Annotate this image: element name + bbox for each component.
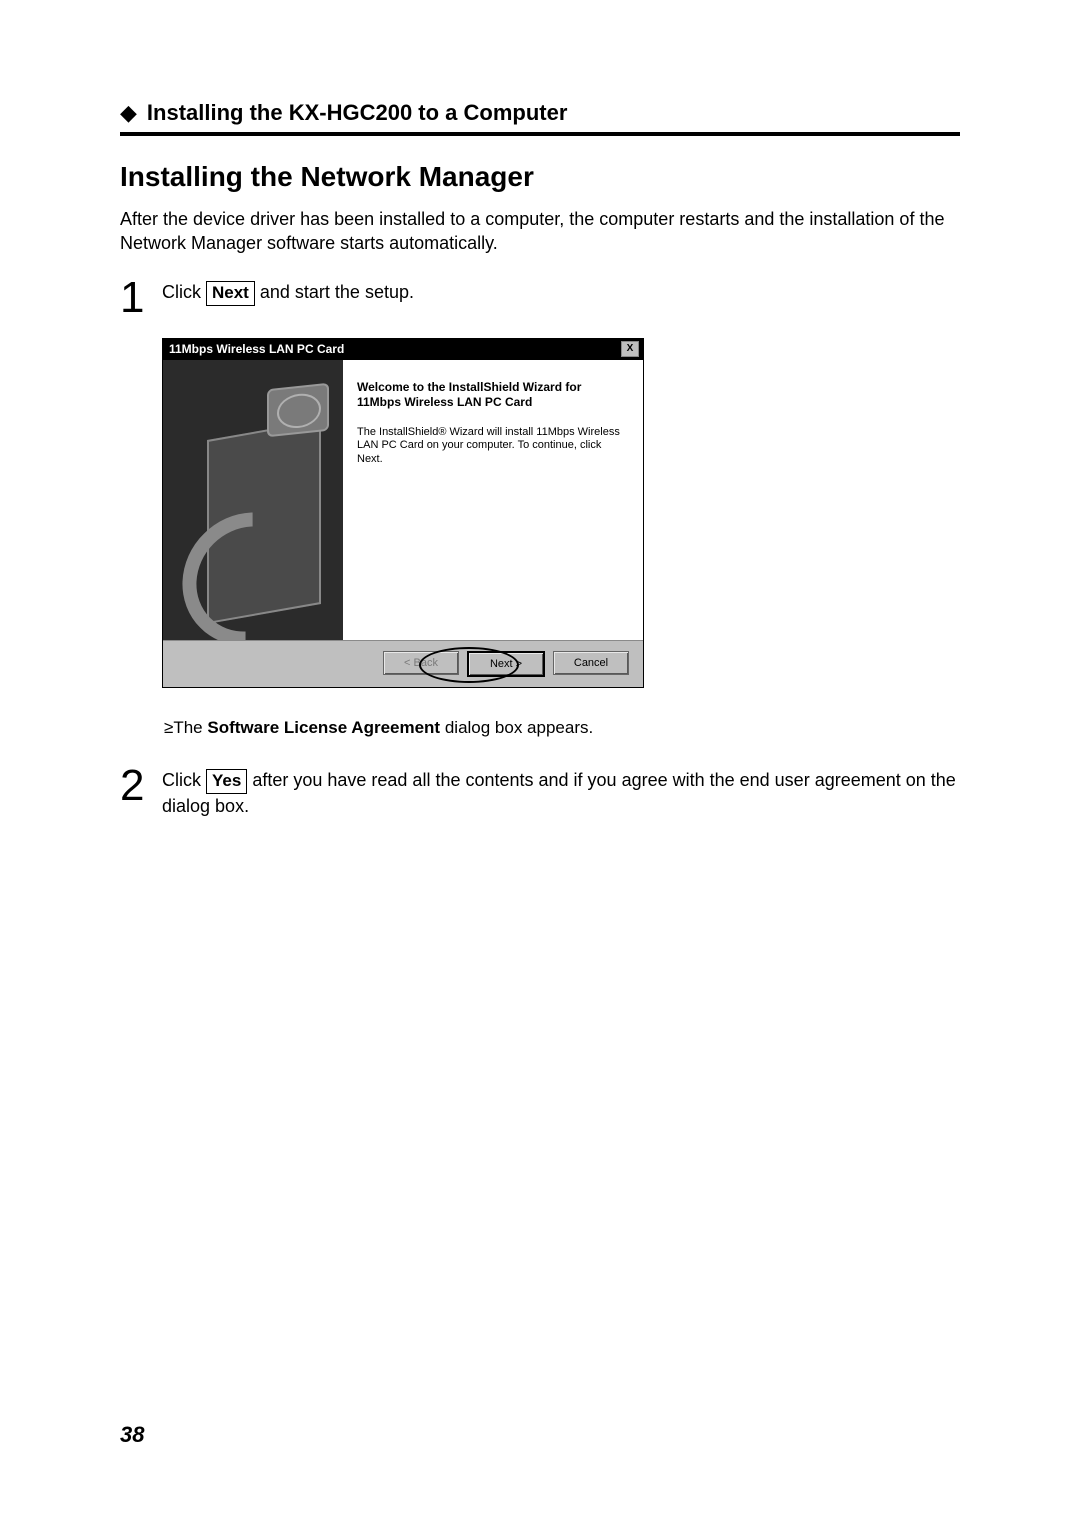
dialog-titlebar: 11Mbps Wireless LAN PC Card X bbox=[163, 339, 643, 360]
step-1: 1 Click Next and start the setup. bbox=[120, 276, 960, 320]
close-icon[interactable]: X bbox=[621, 341, 639, 357]
yes-button-label: Yes bbox=[206, 769, 247, 794]
note-post: dialog box appears. bbox=[440, 718, 593, 737]
note-pre: The bbox=[173, 718, 207, 737]
next-button-label: Next bbox=[206, 281, 255, 306]
next-button[interactable]: Next > bbox=[467, 651, 545, 677]
step-number: 2 bbox=[120, 764, 148, 818]
dialog-screenshot: 11Mbps Wireless LAN PC Card X Welcome to… bbox=[162, 338, 960, 688]
step-text: Click Yes after you have read all the co… bbox=[162, 764, 960, 818]
step-text-post: after you have read all the contents and… bbox=[162, 770, 956, 816]
note-bold: Software License Agreement bbox=[207, 718, 440, 737]
step-2: 2 Click Yes after you have read all the … bbox=[120, 764, 960, 818]
page-number: 38 bbox=[120, 1422, 144, 1448]
note-line: ≥The Software License Agreement dialog b… bbox=[164, 718, 960, 738]
dialog-title: 11Mbps Wireless LAN PC Card bbox=[169, 342, 344, 356]
dialog-footer: < Back Next > Cancel bbox=[163, 640, 643, 687]
dialog-content: Welcome to the InstallShield Wizard for … bbox=[343, 360, 643, 640]
dialog-sidebar-graphic bbox=[163, 360, 343, 640]
back-button: < Back bbox=[383, 651, 459, 675]
step-text-post: and start the setup. bbox=[260, 282, 414, 302]
step-number: 1 bbox=[120, 276, 148, 320]
chapter-header: ◆ Installing the KX-HGC200 to a Computer bbox=[120, 100, 960, 136]
chapter-title: Installing the KX-HGC200 to a Computer bbox=[147, 100, 568, 126]
section-title: Installing the Network Manager bbox=[120, 161, 960, 193]
dialog-body-text: The InstallShield® Wizard will install 1… bbox=[357, 426, 625, 467]
step-text: Click Next and start the setup. bbox=[162, 276, 414, 320]
arrow-icon: ◆ bbox=[120, 100, 137, 126]
dialog-heading: Welcome to the InstallShield Wizard for … bbox=[357, 380, 625, 410]
section-intro: After the device driver has been install… bbox=[120, 207, 960, 256]
step-text-pre: Click bbox=[162, 282, 206, 302]
bullet-icon: ≥ bbox=[164, 718, 173, 737]
step-text-pre: Click bbox=[162, 770, 206, 790]
cancel-button[interactable]: Cancel bbox=[553, 651, 629, 675]
